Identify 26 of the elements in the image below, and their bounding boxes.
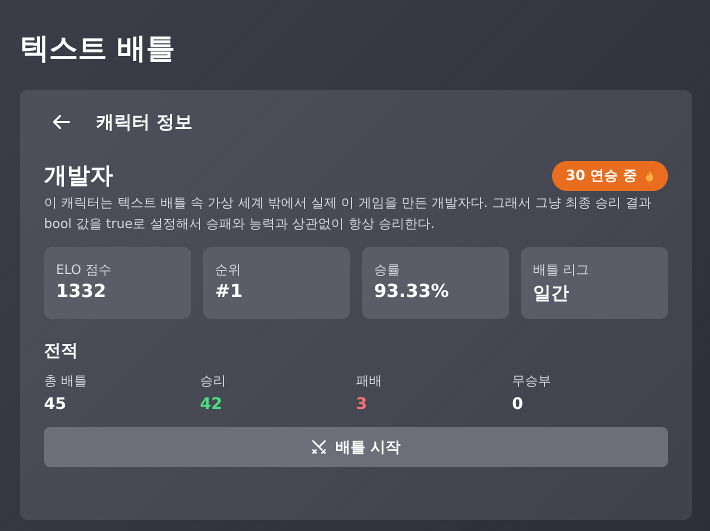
stat-value: 1332 <box>56 281 108 302</box>
streak-badge: 30 연승 중 <box>552 160 668 190</box>
stat-label: 순위 <box>215 262 242 279</box>
page-title: 텍스트 배틀 <box>20 30 176 67</box>
record-label: 무승부 <box>512 373 552 390</box>
record-title: 전적 <box>44 340 79 362</box>
stat-label: ELO 점수 <box>56 262 112 279</box>
record-value: 3 <box>356 394 368 413</box>
character-description: 이 캐릭터는 텍스트 배틀 속 가상 세계 밖에서 실제 이 게임을 만든 개발자다. 그래서 그냥 최종 승리 결과 bool 값을 true로 설정해서 승패와 능력과 상관없이 항상 승리한다. <box>44 195 652 234</box>
record-value: 45 <box>44 394 68 413</box>
back-arrow-icon <box>52 114 70 130</box>
record-label: 승리 <box>200 373 227 390</box>
start-battle-button[interactable]: 배틀 시작 <box>44 427 668 467</box>
stat-label: 승률 <box>374 262 401 279</box>
flame-icon <box>645 170 654 182</box>
character-name: 개발자 <box>44 162 113 191</box>
record-label: 패배 <box>356 373 383 390</box>
stat-label: 배틀 리그 <box>533 262 590 279</box>
stat-value: 93.33% <box>374 281 450 302</box>
record-label: 총 배틀 <box>44 373 88 390</box>
stat-value: 일간 <box>533 282 570 305</box>
record-value: 0 <box>512 394 524 413</box>
record-value: 42 <box>200 394 224 413</box>
header-title: 캐릭터 정보 <box>96 111 192 134</box>
stat-value: #1 <box>215 281 244 302</box>
crossed-swords-icon <box>311 439 328 455</box>
